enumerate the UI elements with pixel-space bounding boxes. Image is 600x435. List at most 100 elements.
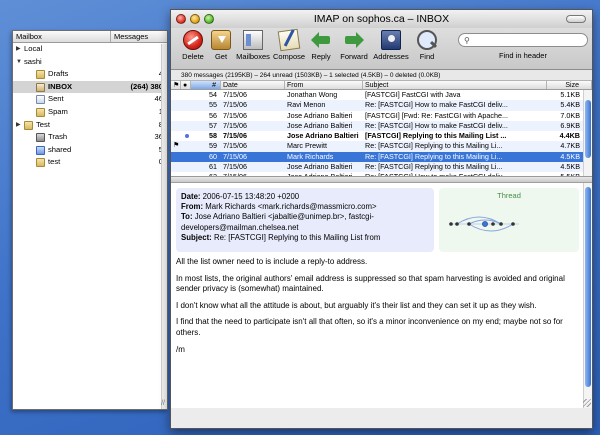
mailbox-list-header: Mailbox Messages xyxy=(13,31,167,43)
message-from: Mark Richards xyxy=(287,151,334,161)
read-status-cell[interactable] xyxy=(181,111,191,121)
flag-cell[interactable] xyxy=(171,152,181,162)
column-header-date[interactable]: Date xyxy=(221,81,285,89)
mailbox-label: INBOX xyxy=(48,81,73,91)
column-header-mailbox[interactable]: Mailbox xyxy=(13,31,111,42)
disclosure-closed-icon[interactable]: ▶ xyxy=(16,119,21,132)
column-header-from[interactable]: From xyxy=(285,81,363,89)
mailbox-label: Drafts xyxy=(48,69,69,79)
read-status-cell[interactable] xyxy=(181,131,191,141)
close-window-button[interactable] xyxy=(176,14,186,24)
read-status-cell[interactable] xyxy=(181,90,191,100)
delete-icon xyxy=(183,30,203,50)
mailbox-item-trash[interactable]: Trash 36 xyxy=(13,131,167,144)
message-subject: Re: [FASTCGI] Replying to this Mailing L… xyxy=(365,162,503,172)
toolbar-toggle-button[interactable] xyxy=(566,15,586,23)
mailbox-item-drafts[interactable]: Drafts4 xyxy=(13,68,167,81)
disclosure-closed-icon[interactable]: ▶ xyxy=(16,43,21,56)
mailbox-item-test[interactable]: ▶Test8 xyxy=(13,119,167,132)
mailbox-item-spam[interactable]: Spam1 xyxy=(13,106,167,119)
flag-cell[interactable] xyxy=(171,111,181,121)
message-from: Jonathan Wong xyxy=(287,90,338,99)
mailbox-item-inbox[interactable]: INBOX (264) 380 xyxy=(13,80,167,94)
flag-cell[interactable] xyxy=(171,121,181,131)
column-header-subject[interactable]: Subject xyxy=(363,81,547,89)
message-row[interactable]: ⚑ 59 7/15/06 Marc Prewitt Re: [FASTCGI] Repl… xyxy=(171,141,592,152)
message-row[interactable]: 62 7/15/06 Jose Adriano Baltieri Re: [FASTC… xyxy=(171,172,592,177)
message-pane-scrollbar[interactable] xyxy=(583,183,592,408)
column-header-messages[interactable]: Messages xyxy=(111,31,167,42)
header-subject: Re: [FASTCGI] Replying to this Mailing L… xyxy=(213,232,381,242)
mailbox-label: sashi xyxy=(24,56,42,66)
read-status-cell[interactable] xyxy=(181,141,191,151)
message-date: 7/15/06 xyxy=(223,151,247,161)
flag-cell[interactable] xyxy=(171,162,181,172)
flag-cell[interactable] xyxy=(171,100,181,110)
mailboxes-label: Mailboxes xyxy=(236,52,270,61)
unread-dot-icon xyxy=(185,134,189,139)
header-to-line: To: Jose Adriano Baltieri <jabaltie@unim… xyxy=(181,212,429,232)
find-button[interactable]: Find xyxy=(407,30,447,61)
message-list: ⚑ ● # Date From Subject Size 54 7/15/06 Jo… xyxy=(171,81,592,177)
flag-cell[interactable] xyxy=(171,172,181,176)
message-date: 7/15/06 xyxy=(223,141,247,151)
read-status-cell[interactable] xyxy=(181,172,191,176)
message-row[interactable]: 54 7/15/06 Jonathan Wong [FASTCGI] FastCGI … xyxy=(171,90,592,100)
column-header-size[interactable]: Size xyxy=(547,81,592,89)
message-row[interactable]: 55 7/15/06 Ravi Menon Re: [FASTCGI] How to … xyxy=(171,100,592,111)
message-row[interactable]: 57 7/15/06 Jose Adriano Baltieri Re: [FASTC… xyxy=(171,120,592,132)
forward-button[interactable]: Forward xyxy=(334,30,374,61)
flag-cell[interactable] xyxy=(171,90,181,100)
message-row[interactable]: 56 7/15/06 Jose Adriano Baltieri [FASTCGI] … xyxy=(171,111,592,121)
mailboxes-button[interactable]: Mailboxes xyxy=(233,30,273,61)
zoom-window-button[interactable] xyxy=(204,14,214,24)
mailbox-item-shared[interactable]: shared5 xyxy=(13,144,167,157)
mailbox-item-sent[interactable]: Sent 46 xyxy=(13,93,167,106)
thread-view[interactable]: Thread xyxy=(439,188,579,252)
message-date: 7/15/06 xyxy=(223,172,247,177)
mailbox-item-sashi[interactable]: ▼ sashi xyxy=(13,56,167,69)
message-subject: [FASTCGI] [Fwd: Re: FastCGI with Apache.… xyxy=(365,110,508,120)
drawer-resize-grip[interactable]: // xyxy=(161,400,165,407)
message-number: 55 xyxy=(209,100,217,110)
message-subject: Re: [FASTCGI] Replying to this Mailing L… xyxy=(365,141,503,151)
read-status-cell[interactable] xyxy=(181,162,191,172)
minimize-window-button[interactable] xyxy=(190,14,200,24)
read-status-cell[interactable] xyxy=(181,152,191,162)
message-list-scroll-thumb[interactable] xyxy=(585,100,591,158)
mailbox-label: Spam xyxy=(48,106,68,116)
message-row[interactable]: 58 7/15/06 Jose Adriano Baltieri [FASTCGI] … xyxy=(171,131,592,141)
header-search-input[interactable] xyxy=(475,35,583,45)
mailbox-item-local[interactable]: ▶ Local xyxy=(13,43,167,56)
trash-icon xyxy=(36,133,45,143)
disclosure-open-icon[interactable]: ▼ xyxy=(16,56,22,69)
folder-icon xyxy=(36,70,45,80)
read-status-cell[interactable] xyxy=(181,121,191,131)
body-paragraph: All the list owner need to is include a … xyxy=(176,257,368,266)
column-header-number[interactable]: # xyxy=(191,81,221,89)
mailbox-item-test[interactable]: test0 xyxy=(13,156,167,169)
flag-cell[interactable] xyxy=(171,131,181,141)
message-subject: Re: [FASTCGI] Replying to this Mailing L… xyxy=(365,151,503,161)
mailbox-label: Trash xyxy=(48,132,68,142)
read-status-cell[interactable] xyxy=(181,100,191,110)
header-to[interactable]: Jose Adriano Baltieri <jabaltie@unimep.b… xyxy=(181,212,374,231)
addresses-button[interactable]: Addresses xyxy=(371,30,411,61)
header-date-label: Date: xyxy=(181,192,201,201)
message-number: 57 xyxy=(209,120,217,130)
title-bar[interactable]: IMAP on sophos.ca – INBOX xyxy=(171,10,592,28)
message-number: 56 xyxy=(209,110,217,120)
column-header-flag[interactable]: ⚑ xyxy=(171,81,181,89)
header-from[interactable]: Mark Richards <mark.richards@massmicro.c… xyxy=(205,202,376,211)
drawer-scrollbar[interactable] xyxy=(161,44,167,409)
message-list-scrollbar[interactable] xyxy=(583,90,592,176)
message-row[interactable]: 60 7/15/06 Mark Richards Re: [FASTCGI] Repl… xyxy=(171,151,592,163)
column-header-status[interactable]: ● xyxy=(181,81,191,89)
message-row[interactable]: 61 7/15/06 Jose Adriano Baltieri Re: [FASTC… xyxy=(171,162,592,173)
find-label: Find xyxy=(419,52,435,61)
header-search-field[interactable]: ⚲ xyxy=(458,33,588,47)
window-resize-grip[interactable] xyxy=(583,399,591,407)
flag-icon[interactable]: ⚑ xyxy=(171,141,181,151)
message-pane-scroll-thumb[interactable] xyxy=(585,187,591,387)
inbox-icon xyxy=(36,82,45,92)
